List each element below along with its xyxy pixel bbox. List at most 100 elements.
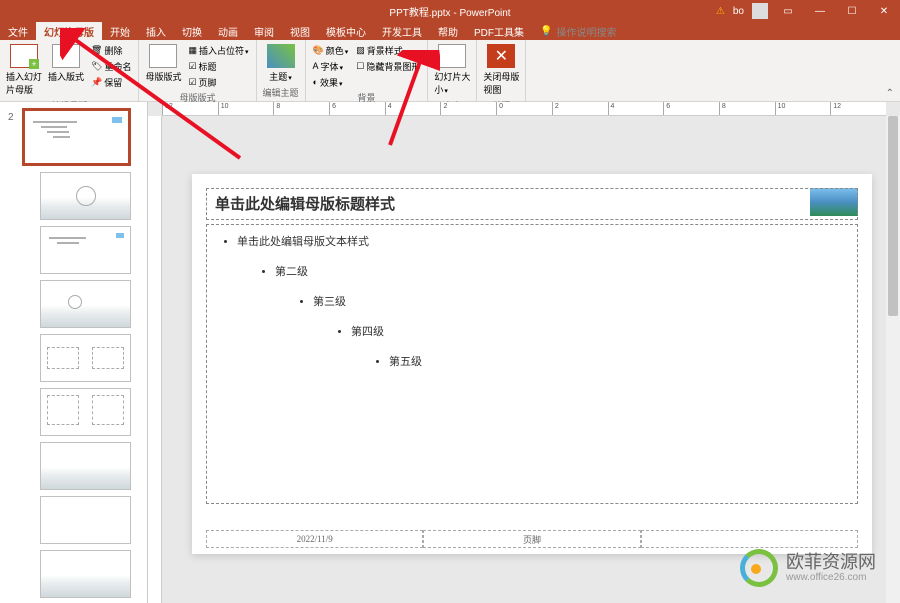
- tab-help[interactable]: 帮助: [430, 22, 466, 40]
- checkbox-icon: ☑: [188, 77, 196, 88]
- slide-size-button[interactable]: 幻灯片大小: [432, 42, 472, 98]
- delete-icon: 🗑: [91, 45, 102, 56]
- layout-thumb[interactable]: [40, 334, 131, 382]
- warning-icon: ⚠: [716, 6, 725, 17]
- layout-thumb[interactable]: [40, 442, 131, 490]
- title-placeholder[interactable]: 单击此处编辑母版标题样式: [206, 188, 858, 220]
- app-name: PowerPoint: [459, 8, 510, 19]
- ruler-tick: 6: [329, 102, 385, 115]
- checkbox-icon: ☐: [356, 61, 364, 72]
- title-checkbox[interactable]: ☑标题: [185, 58, 251, 74]
- tab-transitions[interactable]: 切换: [174, 22, 210, 40]
- slide-master-icon: +: [10, 44, 38, 68]
- layout-thumb[interactable]: [40, 280, 131, 328]
- title-bar: PPT教程.pptx - PowerPoint ⚠ bo ▭ — ☐ ✕: [0, 0, 900, 22]
- layout-thumb[interactable]: [40, 550, 131, 598]
- ruler-tick: 2: [552, 102, 608, 115]
- ruler-tick: 10: [218, 102, 274, 115]
- delete-button[interactable]: 🗑删除: [88, 42, 134, 58]
- ruler-tick: 12: [162, 102, 218, 115]
- bg-styles-button[interactable]: ▨背景样式: [353, 42, 423, 58]
- preserve-icon: 📌: [91, 77, 102, 88]
- slide-canvas[interactable]: 单击此处编辑母版标题样式 单击此处编辑母版文本样式 第二级 第三级 第四级 第五…: [192, 174, 872, 554]
- lightbulb-icon: 💡: [540, 26, 552, 37]
- placeholder-icon: ▦: [188, 45, 197, 56]
- ruler-tick: 8: [719, 102, 775, 115]
- layout-thumb[interactable]: [40, 496, 131, 544]
- ruler-tick: 12: [830, 102, 886, 115]
- slide-thumbnails-panel[interactable]: 2: [0, 102, 148, 603]
- ruler-tick: 8: [273, 102, 329, 115]
- horizontal-ruler[interactable]: 12108642024681012: [162, 102, 886, 116]
- master-layout-icon: [149, 44, 177, 68]
- themes-button[interactable]: 主题: [261, 42, 301, 85]
- preserve-button[interactable]: 📌保留: [88, 74, 134, 90]
- footer-placeholder[interactable]: 页脚: [423, 530, 640, 548]
- body-placeholder[interactable]: 单击此处编辑母版文本样式 第二级 第三级 第四级 第五级: [206, 224, 858, 504]
- insert-layout-button[interactable]: 插入版式: [46, 42, 86, 85]
- tab-templates[interactable]: 模板中心: [318, 22, 374, 40]
- watermark: 欧菲资源网 www.office26.com: [740, 549, 876, 587]
- master-layout-button[interactable]: 母版版式: [143, 42, 183, 85]
- tell-me-search[interactable]: 💡 操作说明搜索: [532, 22, 616, 40]
- tab-insert[interactable]: 插入: [138, 22, 174, 40]
- avatar[interactable]: [752, 3, 768, 19]
- layout-thumb[interactable]: [40, 388, 131, 436]
- tab-file[interactable]: 文件: [0, 22, 36, 40]
- slide-number-placeholder[interactable]: [641, 530, 858, 548]
- rename-button[interactable]: 🏷重命名: [88, 58, 134, 74]
- ruler-tick: 0: [496, 102, 552, 115]
- tab-view[interactable]: 视图: [282, 22, 318, 40]
- bg-icon: ▨: [356, 45, 365, 56]
- insert-placeholder-button[interactable]: ▦插入占位符: [185, 42, 251, 58]
- footers-checkbox[interactable]: ☑页脚: [185, 74, 251, 90]
- user-name: bo: [733, 6, 744, 17]
- workspace: 2 12108642024681012 单击此处编辑母版标题样式 单击此处编辑母…: [0, 102, 900, 603]
- master-number: 2: [8, 112, 14, 123]
- fonts-icon: A: [313, 61, 319, 71]
- layout-icon: [52, 44, 80, 68]
- ribbon-options-button[interactable]: ▭: [776, 0, 800, 22]
- slide-editor: 12108642024681012 单击此处编辑母版标题样式 单击此处编辑母版文…: [148, 102, 900, 603]
- date-placeholder[interactable]: 2022/11/9: [206, 530, 423, 548]
- tab-slidemaster[interactable]: 幻灯片母版: [36, 22, 102, 40]
- master-slide-thumb[interactable]: [22, 108, 131, 166]
- close-button[interactable]: ✕: [872, 0, 896, 22]
- tab-pdf[interactable]: PDF工具集: [466, 22, 532, 40]
- minimize-button[interactable]: —: [808, 0, 832, 22]
- hide-bg-checkbox[interactable]: ☐隐藏背景图形: [353, 58, 423, 74]
- vertical-ruler[interactable]: [148, 116, 162, 603]
- tab-developer[interactable]: 开发工具: [374, 22, 430, 40]
- ruler-tick: 2: [440, 102, 496, 115]
- insert-slide-master-button[interactable]: + 插入幻灯片母版: [4, 42, 44, 98]
- scrollbar-thumb[interactable]: [888, 116, 898, 316]
- rename-icon: 🏷: [91, 61, 102, 72]
- layout-thumb[interactable]: [40, 172, 131, 220]
- watermark-url: www.office26.com: [786, 572, 876, 583]
- ribbon-tabs: 文件 幻灯片母版 开始 插入 切换 动画 审阅 视图 模板中心 开发工具 帮助 …: [0, 22, 900, 40]
- watermark-brand: 欧菲资源网: [786, 553, 876, 573]
- effects-icon: ◐: [313, 77, 318, 87]
- collapse-ribbon-button[interactable]: ⌃: [886, 88, 894, 99]
- layout-thumb[interactable]: [40, 226, 131, 274]
- ruler-tick: 4: [608, 102, 664, 115]
- file-name: PPT教程.pptx: [389, 8, 450, 19]
- tab-animations[interactable]: 动画: [210, 22, 246, 40]
- footer-placeholders: 2022/11/9 页脚: [206, 530, 858, 548]
- tab-review[interactable]: 审阅: [246, 22, 282, 40]
- fonts-button[interactable]: A字体: [310, 58, 352, 74]
- ruler-tick: 4: [385, 102, 441, 115]
- close-icon: ✕: [487, 44, 515, 68]
- themes-icon: [267, 44, 295, 68]
- checkbox-icon: ☑: [188, 61, 196, 72]
- colors-button[interactable]: 🎨颜色: [310, 42, 352, 58]
- effects-button[interactable]: ◐效果: [310, 74, 352, 90]
- tab-home[interactable]: 开始: [102, 22, 138, 40]
- vertical-scrollbar[interactable]: [886, 116, 900, 603]
- title-text: PPT教程.pptx - PowerPoint: [389, 4, 510, 19]
- watermark-logo-icon: [740, 549, 778, 587]
- group-edit-theme: 编辑主题: [261, 85, 301, 99]
- maximize-button[interactable]: ☐: [840, 0, 864, 22]
- colors-icon: 🎨: [313, 45, 324, 56]
- close-master-view-button[interactable]: ✕ 关闭母版视图: [481, 42, 521, 98]
